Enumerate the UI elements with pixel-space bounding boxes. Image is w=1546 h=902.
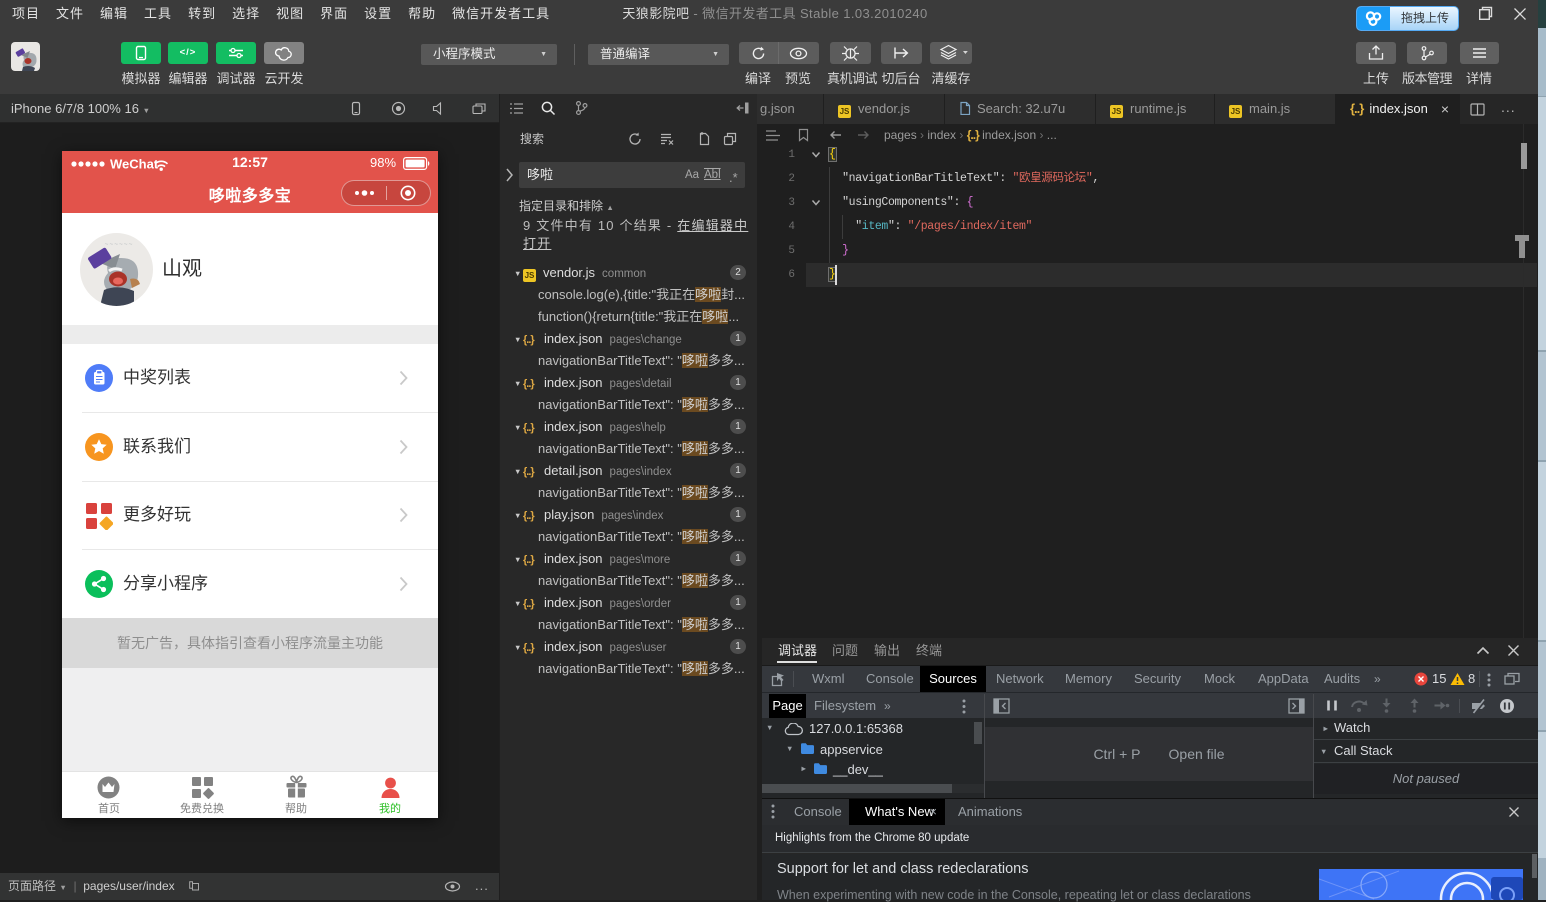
svg-text:WeChat: WeChat (110, 157, 159, 172)
svg-text:~~~~~~: ~~~~~~ (105, 241, 134, 248)
